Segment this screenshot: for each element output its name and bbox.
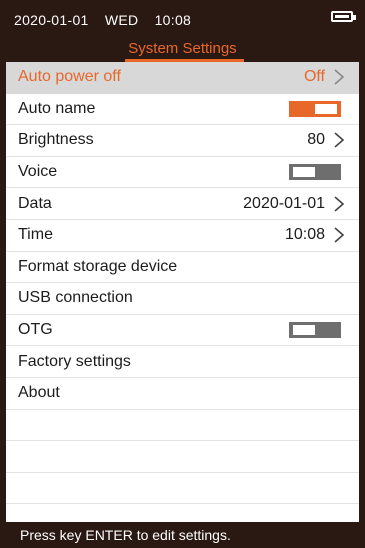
settings-row-about[interactable]: About bbox=[6, 378, 359, 410]
page-title: System Settings bbox=[128, 40, 237, 57]
toggle-knob bbox=[315, 103, 337, 114]
settings-row-otg[interactable]: OTG bbox=[6, 315, 359, 347]
settings-row-factory-settings[interactable]: Factory settings bbox=[6, 346, 359, 378]
chevron-right-icon bbox=[333, 195, 345, 213]
chevron-right-icon bbox=[333, 131, 345, 149]
status-weekday: WED bbox=[104, 12, 139, 28]
toggle-switch[interactable] bbox=[289, 164, 341, 181]
settings-row-label: Auto power off bbox=[18, 68, 121, 86]
settings-row-usb-connection[interactable]: USB connection bbox=[6, 283, 359, 315]
empty-row bbox=[6, 473, 359, 505]
empty-row bbox=[6, 410, 359, 442]
settings-row-label: Brightness bbox=[18, 131, 94, 149]
settings-row-label: Data bbox=[18, 194, 52, 212]
settings-row-value: 80 bbox=[307, 131, 325, 149]
empty-row bbox=[6, 441, 359, 473]
toggle-knob bbox=[293, 167, 315, 178]
settings-row-label: USB connection bbox=[18, 289, 133, 307]
toggle-switch[interactable] bbox=[289, 322, 341, 339]
settings-row-value: 2020-01-01 bbox=[243, 194, 325, 212]
settings-row-label: Voice bbox=[18, 163, 58, 181]
settings-row-voice[interactable]: Voice bbox=[6, 157, 359, 189]
status-time: 10:08 bbox=[154, 12, 192, 28]
settings-row-brightness[interactable]: Brightness 80 bbox=[6, 125, 359, 157]
settings-row-label: Format storage device bbox=[18, 257, 178, 275]
settings-row-format-storage-device[interactable]: Format storage device bbox=[6, 252, 359, 284]
settings-row-value: Off bbox=[303, 68, 325, 86]
settings-row-label: OTG bbox=[18, 321, 53, 339]
header: 2020-01-01 WED 10:08 System Settings bbox=[0, 0, 365, 62]
settings-row-auto-name[interactable]: Auto name bbox=[6, 94, 359, 126]
chevron-right-icon bbox=[333, 226, 345, 244]
chevron-right-icon bbox=[333, 68, 345, 86]
settings-row-label: Auto name bbox=[18, 99, 96, 117]
status-bar: 2020-01-01 WED 10:08 bbox=[14, 12, 203, 28]
settings-row-label: About bbox=[18, 384, 60, 402]
toggle-switch[interactable] bbox=[289, 100, 341, 117]
status-date: 2020-01-01 bbox=[14, 12, 89, 28]
settings-row-data[interactable]: Data 2020-01-01 bbox=[6, 188, 359, 220]
settings-row-label: Time bbox=[18, 226, 53, 244]
footer-hint: Press key ENTER to edit settings. bbox=[0, 522, 365, 548]
toggle-knob bbox=[293, 325, 315, 336]
battery-full-icon bbox=[331, 11, 356, 22]
settings-row-time[interactable]: Time 10:08 bbox=[6, 220, 359, 252]
settings-list: Auto power off Off Auto name Brightness 80 Vo… bbox=[6, 62, 359, 505]
settings-screen: 2020-01-01 WED 10:08 System Settings Aut… bbox=[0, 0, 365, 548]
settings-row-value: 10:08 bbox=[284, 226, 325, 244]
settings-row-auto-power-off[interactable]: Auto power off Off bbox=[6, 62, 359, 94]
settings-row-label: Factory settings bbox=[18, 352, 131, 370]
